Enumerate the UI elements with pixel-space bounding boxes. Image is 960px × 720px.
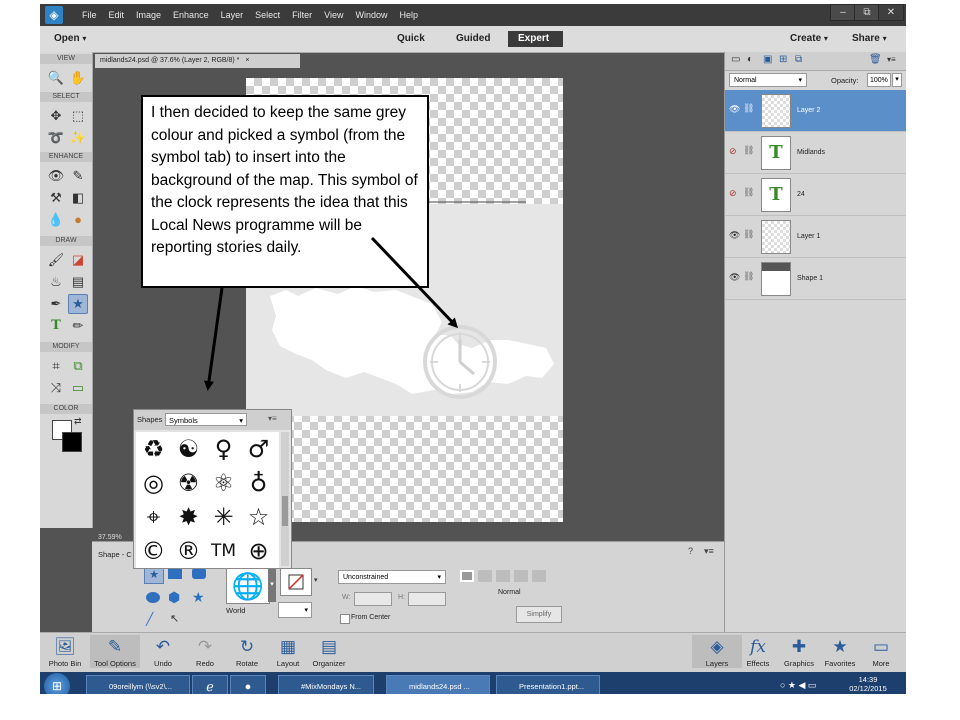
arrow-to-shapes <box>204 287 224 391</box>
arrow-to-clock <box>370 236 459 329</box>
annotation-arrows <box>204 236 459 391</box>
